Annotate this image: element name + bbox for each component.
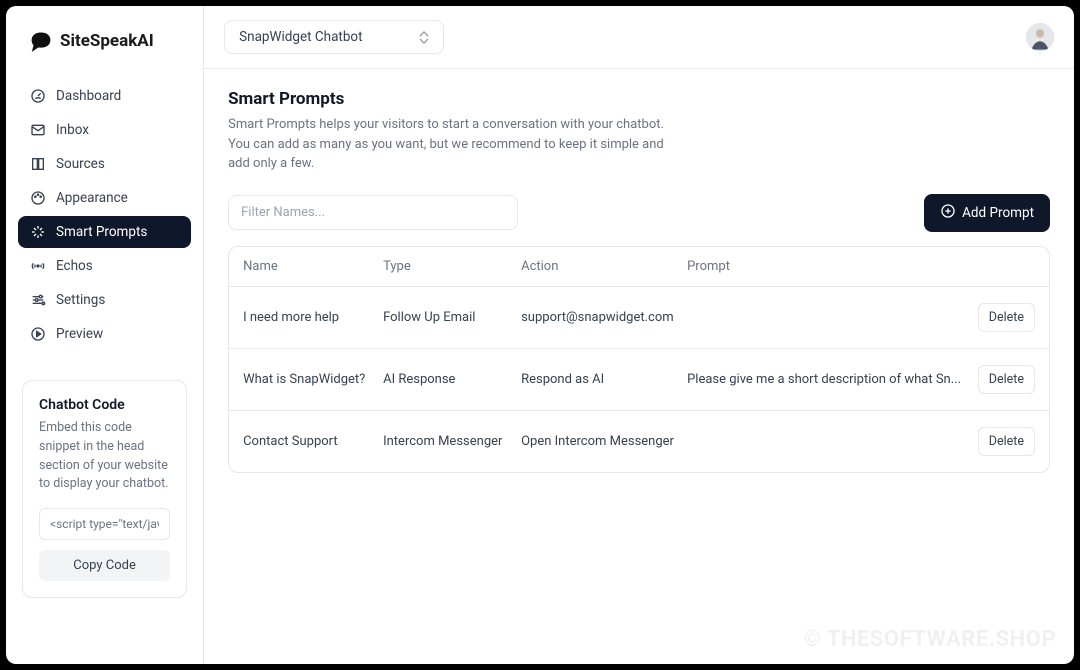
code-snippet-input[interactable] (39, 508, 170, 540)
chatbot-code-card: Chatbot Code Embed this code snippet in … (22, 380, 187, 598)
toolbar: Add Prompt (228, 194, 1050, 232)
col-header-prompt: Prompt (687, 259, 971, 274)
page-subtitle: Smart Prompts helps your visitors to sta… (228, 115, 668, 174)
nav-label: Preview (56, 326, 103, 342)
topbar: SnapWidget Chatbot (204, 6, 1074, 69)
cell-name: Contact Support (243, 434, 383, 449)
col-header-type: Type (383, 259, 521, 274)
cell-type: AI Response (383, 372, 521, 387)
cell-type: Intercom Messenger (383, 434, 521, 449)
page-title: Smart Prompts (228, 89, 1050, 109)
nav-label: Dashboard (56, 88, 121, 104)
sidebar: SiteSpeakAI Dashboard Inbox Sources Appe… (6, 6, 204, 664)
table-header: Name Type Action Prompt (229, 247, 1049, 287)
nav: Dashboard Inbox Sources Appearance Smart… (6, 76, 203, 356)
logo-icon (30, 30, 52, 52)
nav-sources[interactable]: Sources (18, 148, 191, 180)
gauge-icon (30, 88, 46, 104)
add-label: Add Prompt (962, 205, 1034, 221)
nav-dashboard[interactable]: Dashboard (18, 80, 191, 112)
main: SnapWidget Chatbot Smart Prompts Smart P… (204, 6, 1074, 664)
palette-icon (30, 190, 46, 206)
copy-code-button[interactable]: Copy Code (39, 550, 170, 581)
delete-button[interactable]: Delete (978, 427, 1035, 456)
table-row: What is SnapWidget? AI Response Respond … (229, 349, 1049, 411)
nav-label: Inbox (56, 122, 89, 138)
sliders-icon (30, 292, 46, 308)
cell-action: Respond as AI (521, 372, 687, 387)
card-description: Embed this code snippet in the head sect… (39, 419, 170, 494)
nav-inbox[interactable]: Inbox (18, 114, 191, 146)
nav-settings[interactable]: Settings (18, 284, 191, 316)
col-header-action: Action (521, 259, 687, 274)
nav-label: Echos (56, 258, 93, 274)
sparkle-icon (30, 224, 46, 240)
cell-type: Follow Up Email (383, 310, 521, 325)
content: Smart Prompts Smart Prompts helps your v… (204, 69, 1074, 493)
watermark: © THESOFTWARE.SHOP (804, 627, 1056, 652)
card-title: Chatbot Code (39, 397, 170, 413)
table-row: Contact Support Intercom Messenger Open … (229, 411, 1049, 472)
cell-prompt: Please give me a short description of wh… (687, 372, 971, 387)
filter-input[interactable] (228, 195, 518, 230)
add-prompt-button[interactable]: Add Prompt (924, 194, 1050, 232)
nav-echos[interactable]: Echos (18, 250, 191, 282)
delete-button[interactable]: Delete (978, 303, 1035, 332)
nav-label: Appearance (56, 190, 128, 206)
nav-label: Sources (56, 156, 105, 172)
table-row: I need more help Follow Up Email support… (229, 287, 1049, 349)
user-avatar[interactable] (1026, 23, 1054, 51)
chevron-updown-icon (419, 31, 429, 44)
book-icon (30, 156, 46, 172)
cell-name: What is SnapWidget? (243, 372, 383, 387)
cell-action: Open Intercom Messenger (521, 434, 687, 449)
nav-smart-prompts[interactable]: Smart Prompts (18, 216, 191, 248)
nav-preview[interactable]: Preview (18, 318, 191, 350)
nav-label: Settings (56, 292, 105, 308)
play-icon (30, 326, 46, 342)
mail-icon (30, 122, 46, 138)
brand-logo: SiteSpeakAI (6, 22, 203, 76)
col-header-name: Name (243, 259, 383, 274)
prompts-table: Name Type Action Prompt I need more help… (228, 246, 1050, 473)
brand-name: SiteSpeakAI (60, 31, 154, 51)
nav-label: Smart Prompts (56, 224, 147, 240)
chatbot-selector[interactable]: SnapWidget Chatbot (224, 20, 444, 54)
plus-circle-icon (940, 203, 956, 223)
cell-action: support@snapwidget.com (521, 310, 687, 325)
selector-value: SnapWidget Chatbot (239, 29, 362, 45)
delete-button[interactable]: Delete (978, 365, 1035, 394)
broadcast-icon (30, 258, 46, 274)
nav-appearance[interactable]: Appearance (18, 182, 191, 214)
cell-name: I need more help (243, 310, 383, 325)
